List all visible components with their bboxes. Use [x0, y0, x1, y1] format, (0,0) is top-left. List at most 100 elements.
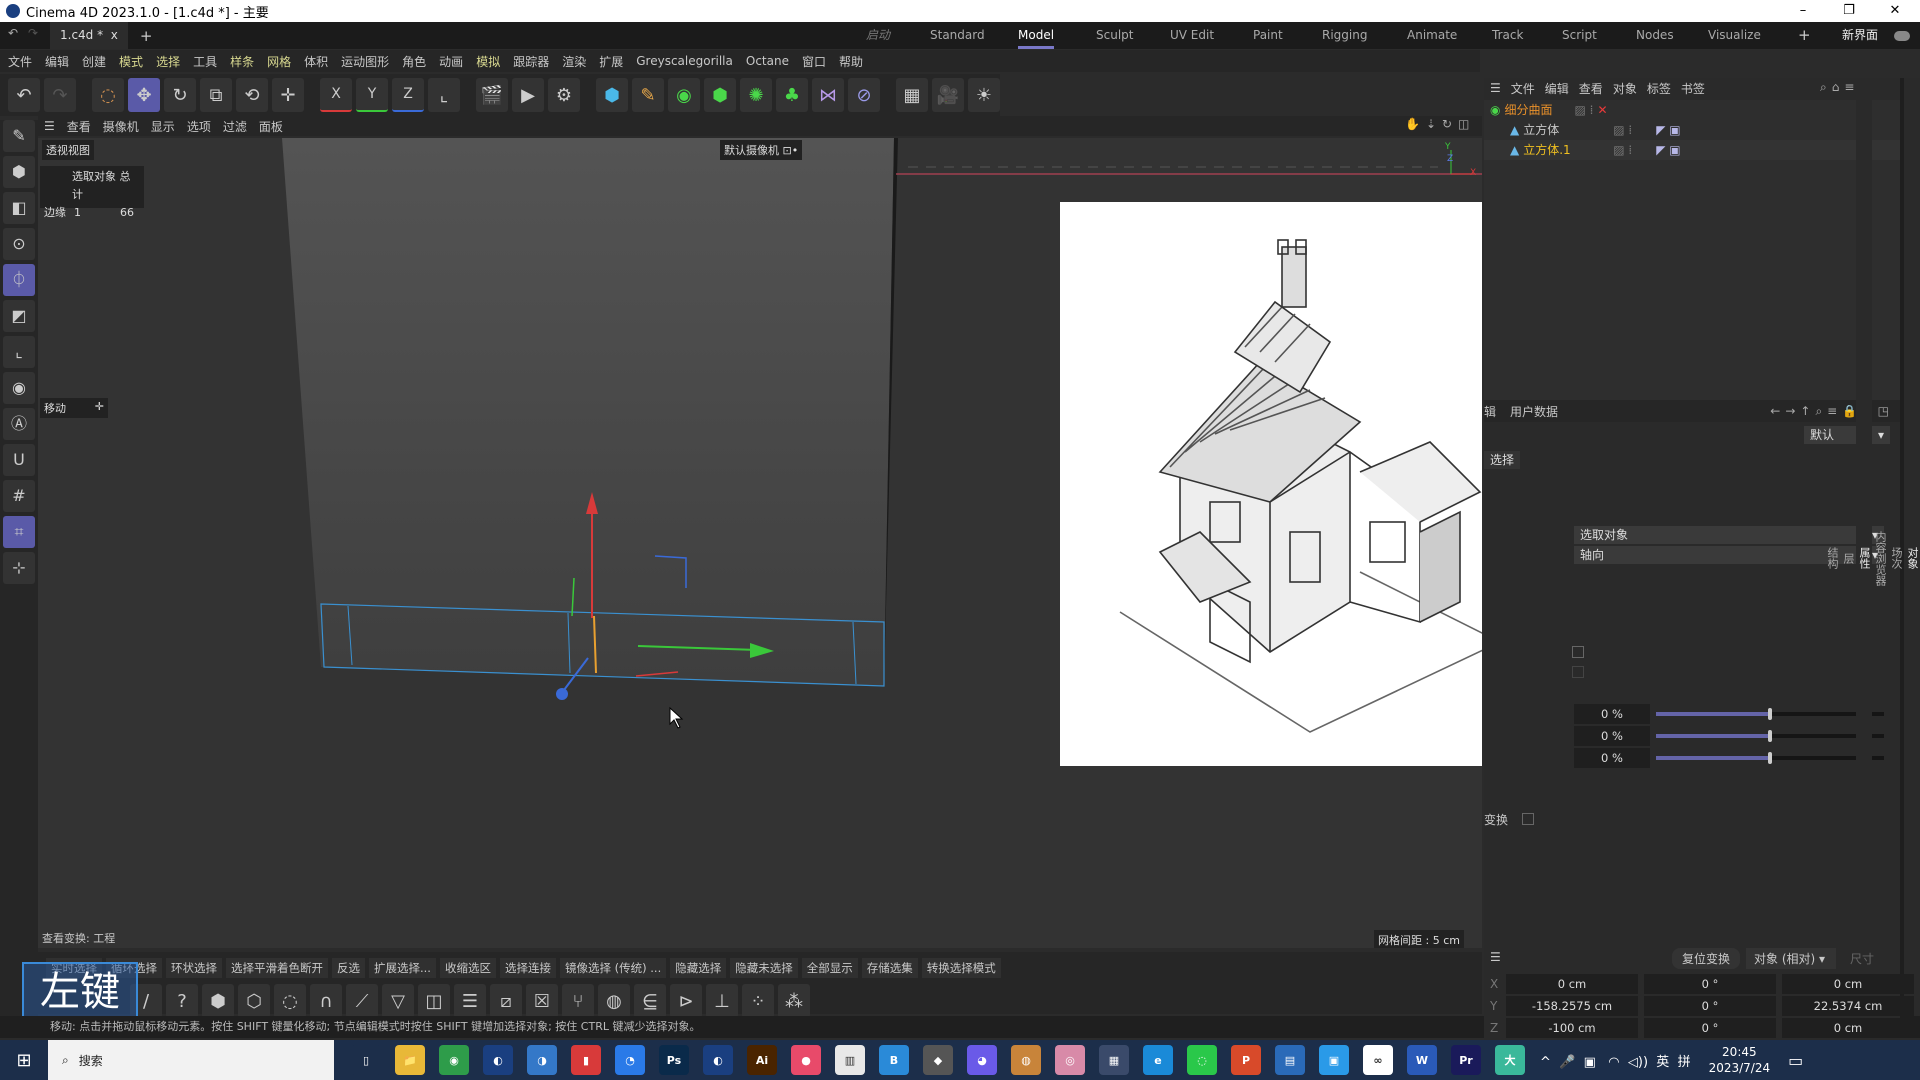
menu-item[interactable]: 窗口	[802, 53, 826, 70]
menu-item[interactable]: 跟踪器	[513, 53, 549, 70]
menu-item[interactable]: 角色	[402, 53, 426, 70]
rotate-tool-icon[interactable]: ↻	[164, 78, 196, 112]
optimize-icon[interactable]: ⁘	[742, 984, 774, 1018]
chrome-icon[interactable]: ◉	[439, 1045, 469, 1075]
live-select-icon[interactable]: ◌	[92, 78, 124, 112]
notification-icon[interactable]: ▭	[1788, 1051, 1803, 1070]
app-icon[interactable]: ●	[791, 1045, 821, 1075]
generator-icon[interactable]: ⬢	[704, 78, 736, 112]
word-icon[interactable]: W	[1407, 1045, 1437, 1075]
windows-start-icon[interactable]: ⊞	[0, 1050, 48, 1071]
render-picture-viewer-icon[interactable]: ▶	[512, 78, 544, 112]
edge-icon[interactable]: e	[1143, 1045, 1173, 1075]
tab-user-data[interactable]: 用户数据	[1510, 403, 1558, 420]
baidu-netdisk-icon[interactable]: ∞	[1363, 1045, 1393, 1075]
cube-icon[interactable]: ⬢	[596, 78, 628, 112]
visibility-dots[interactable]: ▨ ⁞	[1613, 120, 1632, 140]
menu-item[interactable]: 模式	[119, 53, 143, 70]
workplane-icon[interactable]: #	[3, 480, 35, 512]
move-tool-icon[interactable]: ✥	[128, 78, 160, 112]
layout-tab-uv-edit[interactable]: UV Edit	[1170, 22, 1214, 49]
magnet-icon[interactable]: U	[3, 444, 35, 476]
menu-item[interactable]: 文件	[8, 53, 32, 70]
selection-tool-button[interactable]: 全部显示	[801, 958, 858, 978]
calculator-icon[interactable]: ▦	[1099, 1045, 1129, 1075]
menu-item[interactable]: 渲染	[562, 53, 586, 70]
scale-tool-icon[interactable]: ⧉	[200, 78, 232, 112]
cinema4d-icon[interactable]: ◐	[703, 1045, 733, 1075]
undo-button[interactable]: ↶	[8, 78, 40, 112]
selection-tool-button[interactable]: 选择平滑着色断开	[226, 958, 328, 978]
app-icon[interactable]: B	[879, 1045, 909, 1075]
side-tab[interactable]: 层	[1840, 78, 1856, 1038]
close-button[interactable]: ✕	[1872, 0, 1918, 22]
deformer-icon[interactable]: ⋈	[812, 78, 844, 112]
layout-tab-standard[interactable]: Standard	[930, 22, 985, 49]
app-icon[interactable]: ◕	[967, 1045, 997, 1075]
viewport-menu-item[interactable]: 显示	[151, 118, 175, 135]
locked-workplane-icon[interactable]: ⊹	[3, 552, 35, 584]
selection-tool-button[interactable]: 镜像选择 (传统) ...	[559, 958, 667, 978]
pen-spline-icon[interactable]: ✎	[632, 78, 664, 112]
object-menu-item[interactable]: 书签	[1681, 80, 1705, 97]
menu-item[interactable]: 运动图形	[341, 53, 389, 70]
slider-handle[interactable]	[1768, 752, 1772, 764]
side-tab[interactable]: 场次	[1888, 78, 1904, 1038]
coord-size-field[interactable]: 0 cm	[1782, 1018, 1914, 1038]
redo-button[interactable]: ↷	[44, 78, 76, 112]
document-tab[interactable]: 1.c4d * x	[50, 22, 128, 49]
tag-icon[interactable]: ◤ ▣	[1656, 140, 1680, 160]
cinema4d-icon[interactable]: ◐	[483, 1045, 513, 1075]
layout-tab-nodes[interactable]: Nodes	[1636, 22, 1674, 49]
selection-tool-button[interactable]: 存储选集	[861, 958, 918, 978]
app-icon[interactable]: 大	[1495, 1045, 1525, 1075]
app-icon[interactable]: ▮	[571, 1045, 601, 1075]
selection-tool-button[interactable]: 扩展选择...	[369, 958, 436, 978]
layout-tab-rigging[interactable]: Rigging	[1322, 22, 1367, 49]
layout-tab-script[interactable]: Script	[1562, 22, 1597, 49]
redo-icon[interactable]: ↷	[28, 26, 38, 40]
app-icon[interactable]: ◍	[1011, 1045, 1041, 1075]
floor-icon[interactable]: ▦	[896, 78, 928, 112]
subdivision-icon[interactable]: ◉	[668, 78, 700, 112]
camera-label[interactable]: 默认摄像机 ⊡•	[720, 140, 803, 160]
tag-icon[interactable]: ◤ ▣	[1656, 120, 1680, 140]
selection-tool-button[interactable]: 隐藏未选择	[730, 958, 798, 978]
normals-icon[interactable]: ⁂	[778, 984, 810, 1018]
x-axis-lock[interactable]: X	[320, 78, 352, 112]
edges-mode-icon[interactable]: ⏀	[3, 264, 35, 296]
menu-item[interactable]: 创建	[82, 53, 106, 70]
startup-layout[interactable]: 启动	[866, 22, 890, 49]
visibility-dots[interactable]: ▨ ⁞	[1574, 100, 1593, 120]
menu-item[interactable]: 动画	[439, 53, 463, 70]
coord-size-field[interactable]: 22.5374 cm	[1782, 996, 1914, 1016]
points-mode-icon[interactable]: ⊙	[3, 228, 35, 260]
strength-field[interactable]: 0 %	[1574, 748, 1650, 768]
object-menu-item[interactable]: 对象	[1613, 80, 1637, 97]
attribute-tab-partial[interactable]: 辑	[1484, 403, 1496, 420]
menu-item[interactable]: 选择	[156, 53, 180, 70]
menu-item[interactable]: 帮助	[839, 53, 863, 70]
object-menu-item[interactable]: 标签	[1647, 80, 1671, 97]
add-layout-button[interactable]: +	[1798, 22, 1811, 49]
polygons-mode-icon[interactable]: ◩	[3, 300, 35, 332]
menu-item[interactable]: 体积	[304, 53, 328, 70]
object-menu-item[interactable]: 编辑	[1545, 80, 1569, 97]
bridge-icon[interactable]: ∩	[310, 984, 342, 1018]
app-icon[interactable]: ◔	[615, 1045, 645, 1075]
magnet-tool-icon[interactable]: ◍	[598, 984, 630, 1018]
perspective-viewport[interactable]: 透视视图 默认摄像机 ⊡• Y Z X 选取对象 总计 边缘 1 66 移动 ✛ 查看…	[38, 138, 1482, 948]
clock[interactable]: 20:45 2023/7/24	[1709, 1044, 1771, 1076]
app-icon[interactable]: ◆	[923, 1045, 953, 1075]
strength-field[interactable]: 0 %	[1574, 704, 1650, 724]
app-icon[interactable]: ▣	[1319, 1045, 1349, 1075]
visibility-dots[interactable]: ▨ ⁞	[1613, 140, 1632, 160]
add-tab-button[interactable]: +	[140, 27, 153, 45]
viewport-menu-item[interactable]: 查看	[67, 118, 91, 135]
menu-item[interactable]: Greyscalegorilla	[636, 54, 733, 68]
layout-tab-sculpt[interactable]: Sculpt	[1096, 22, 1133, 49]
z-axis-lock[interactable]: Z	[392, 78, 424, 112]
coord-pos-field[interactable]: -100 cm	[1506, 1018, 1638, 1038]
hamburger-menu-icon[interactable]: ☰	[1490, 81, 1501, 95]
viewport-menu-item[interactable]: 摄像机	[103, 118, 139, 135]
